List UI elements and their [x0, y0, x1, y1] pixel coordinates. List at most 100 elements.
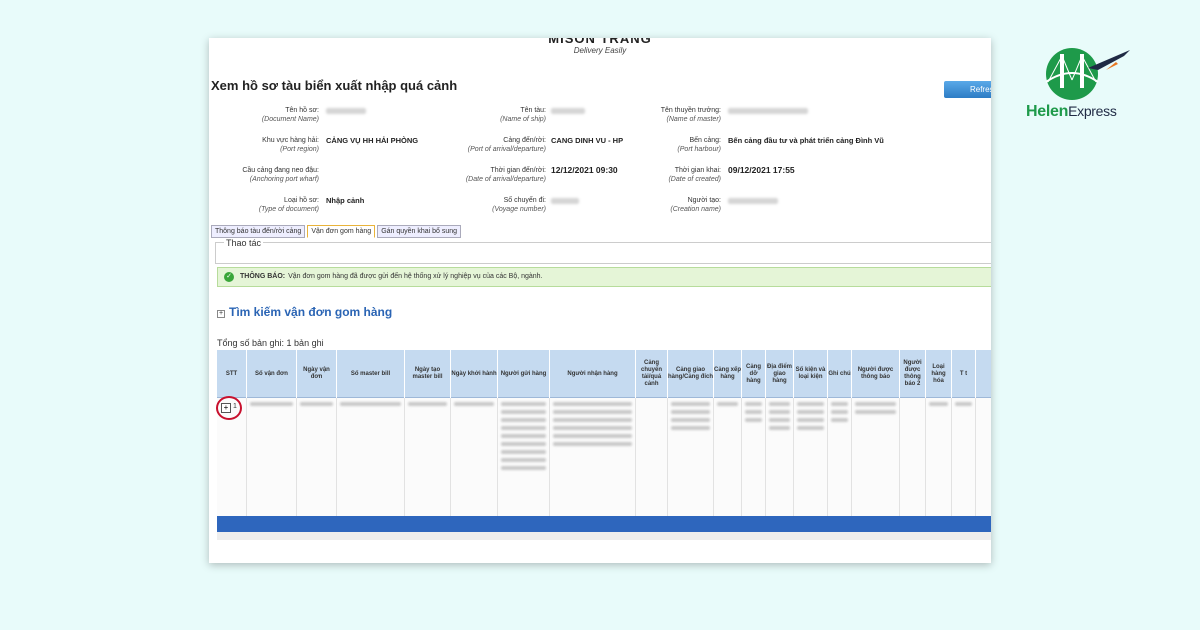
column-header[interactable]: Người gửi hàng [498, 350, 550, 398]
blurred-text [553, 402, 632, 406]
document-info: Tên hồ sơ: (Document Name) Tên tàu: (Name … [209, 104, 991, 220]
site-tagline: Delivery Easily [573, 46, 627, 55]
voyage-label: Số chuyến đi: (Voyage number) [492, 197, 546, 213]
highlight-circle [216, 396, 242, 420]
tab-consolidated-bill[interactable]: Vận đơn gom hàng [307, 225, 376, 238]
blurred-text [745, 418, 762, 422]
doc-type-label: Loại hồ sơ: (Type of document) [258, 197, 319, 213]
blurred-text [553, 426, 632, 430]
site-brand-name: MISON TRANG [548, 38, 652, 46]
blurred-text [501, 418, 546, 422]
date-arrival-label: Thời gian đến/rời: (Date of arrival/depar… [465, 167, 546, 183]
creator-label: Người tạo: (Creation name) [670, 197, 721, 213]
logo-brand-main: Helen [1026, 103, 1069, 120]
blurred-text [797, 426, 824, 430]
column-header[interactable]: Cảng dỡ hàng [742, 350, 766, 398]
table-cell: +1 [216, 396, 247, 516]
blurred-text [501, 450, 546, 454]
wharf-label: Cầu cảng đang neo đậu: (Anchoring port wh… [242, 167, 319, 183]
table-cell [636, 398, 668, 516]
voyage-value [551, 198, 579, 204]
doc-name-label: Tên hồ sơ: (Document Name) [261, 107, 319, 123]
check-circle-icon: ✓ [224, 272, 234, 282]
column-header[interactable]: Số kiện và loại kiện [794, 350, 828, 398]
master-value [728, 108, 808, 114]
date-arrival-value: 12/12/2021 09:30 [551, 165, 618, 175]
blurred-text [831, 418, 848, 422]
doc-name-value [326, 108, 366, 114]
blurred-text [454, 402, 494, 406]
table-scrollbar[interactable] [217, 532, 991, 540]
notice-label: THÔNG BÁO: [240, 273, 286, 280]
blurred-text [501, 410, 546, 414]
tab-bar: Thông báo tàu đến/rời cảng Vận đơn gom h… [211, 225, 462, 238]
notice-text: Vận đơn gom hàng đã được gửi đến hệ thốn… [288, 273, 543, 280]
bridge-plane-icon [1045, 48, 1130, 100]
date-created-value: 09/12/2021 17:55 [728, 165, 795, 175]
table-cell [405, 398, 451, 516]
blurred-text [929, 402, 948, 406]
column-header[interactable]: T t [952, 350, 976, 398]
doc-type-value: Nhập cảnh [326, 196, 365, 205]
blurred-text [955, 402, 972, 406]
blurred-text [671, 410, 710, 414]
logo-text: HelenExpress [1026, 103, 1117, 121]
table-cell [297, 398, 337, 516]
blurred-text [797, 410, 824, 414]
blurred-text [671, 418, 710, 422]
column-header[interactable]: Địa điểm giao hàng [766, 350, 794, 398]
blurred-text [501, 426, 546, 430]
blurred-text [408, 402, 447, 406]
row-number: 1 [233, 403, 237, 410]
blurred-text [831, 402, 848, 406]
blurred-text [553, 410, 632, 414]
table-cell [668, 398, 714, 516]
blurred-text [769, 402, 790, 406]
table-cell [852, 398, 900, 516]
column-header[interactable]: STT [217, 350, 247, 398]
blurred-text [769, 426, 790, 430]
blurred-text [797, 402, 824, 406]
search-section-title: Tìm kiếm vận đơn gom hàng [229, 305, 393, 319]
blurred-text [671, 426, 710, 430]
column-header[interactable]: Ngày tạo master bill [405, 350, 451, 398]
tab-assign-permission[interactable]: Gán quyền khai bổ sung [377, 225, 462, 238]
table-footer-bar [217, 516, 991, 532]
column-header[interactable]: Loại hàng hóa [926, 350, 952, 398]
column-header[interactable]: Người được thông báo [852, 350, 900, 398]
table-cell [900, 398, 926, 516]
creator-value [728, 198, 778, 204]
refresh-button[interactable]: Refresh [944, 81, 991, 98]
table-cell [828, 398, 852, 516]
expand-section-icon[interactable]: + [217, 310, 225, 318]
actions-legend: Thao tác [224, 238, 264, 248]
column-header[interactable]: Cảng chuyển tải/quá cảnh [636, 350, 668, 398]
blurred-text [717, 402, 738, 406]
port-region-label: Khu vực hàng hải: (Port region) [262, 137, 319, 153]
column-header[interactable]: Người được thông báo 2 [900, 350, 926, 398]
site-brand: MISON TRANG Delivery Easily [209, 38, 991, 55]
ship-name-value [551, 108, 585, 114]
blurred-text [501, 402, 546, 406]
page-title: Xem hồ sơ tàu biển xuất nhập quá cảnh [211, 78, 458, 93]
tab-ship-notice[interactable]: Thông báo tàu đến/rời cảng [211, 225, 306, 238]
blurred-text [340, 402, 401, 406]
blurred-text [769, 418, 790, 422]
column-header[interactable]: Người nhận hàng [550, 350, 636, 398]
search-section-header[interactable]: + Tìm kiếm vận đơn gom hàng [217, 305, 392, 319]
record-count: Tổng số bản ghi: 1 bản ghi [217, 338, 324, 348]
column-header[interactable]: Số vận đơn [247, 350, 297, 398]
logo-brand-sub: Express [1068, 103, 1117, 119]
blurred-text [553, 434, 632, 438]
column-header[interactable]: Cảng giao hàng/Cảng đích [668, 350, 714, 398]
column-header[interactable]: Ngày vận đơn [297, 350, 337, 398]
column-header[interactable]: Ghi chú [828, 350, 852, 398]
column-header[interactable]: Ngày khởi hành [451, 350, 498, 398]
column-header[interactable]: Số master bill [337, 350, 405, 398]
blurred-text [797, 418, 824, 422]
blurred-text [553, 418, 632, 422]
screenshot-frame: MISON TRANG Delivery Easily Xem hồ sơ tà… [209, 38, 991, 563]
results-table: STT Số vận đơn Ngày vận đơn Số master bill N… [216, 350, 991, 540]
column-header[interactable]: Cảng xếp hàng [714, 350, 742, 398]
blurred-text [671, 402, 710, 406]
